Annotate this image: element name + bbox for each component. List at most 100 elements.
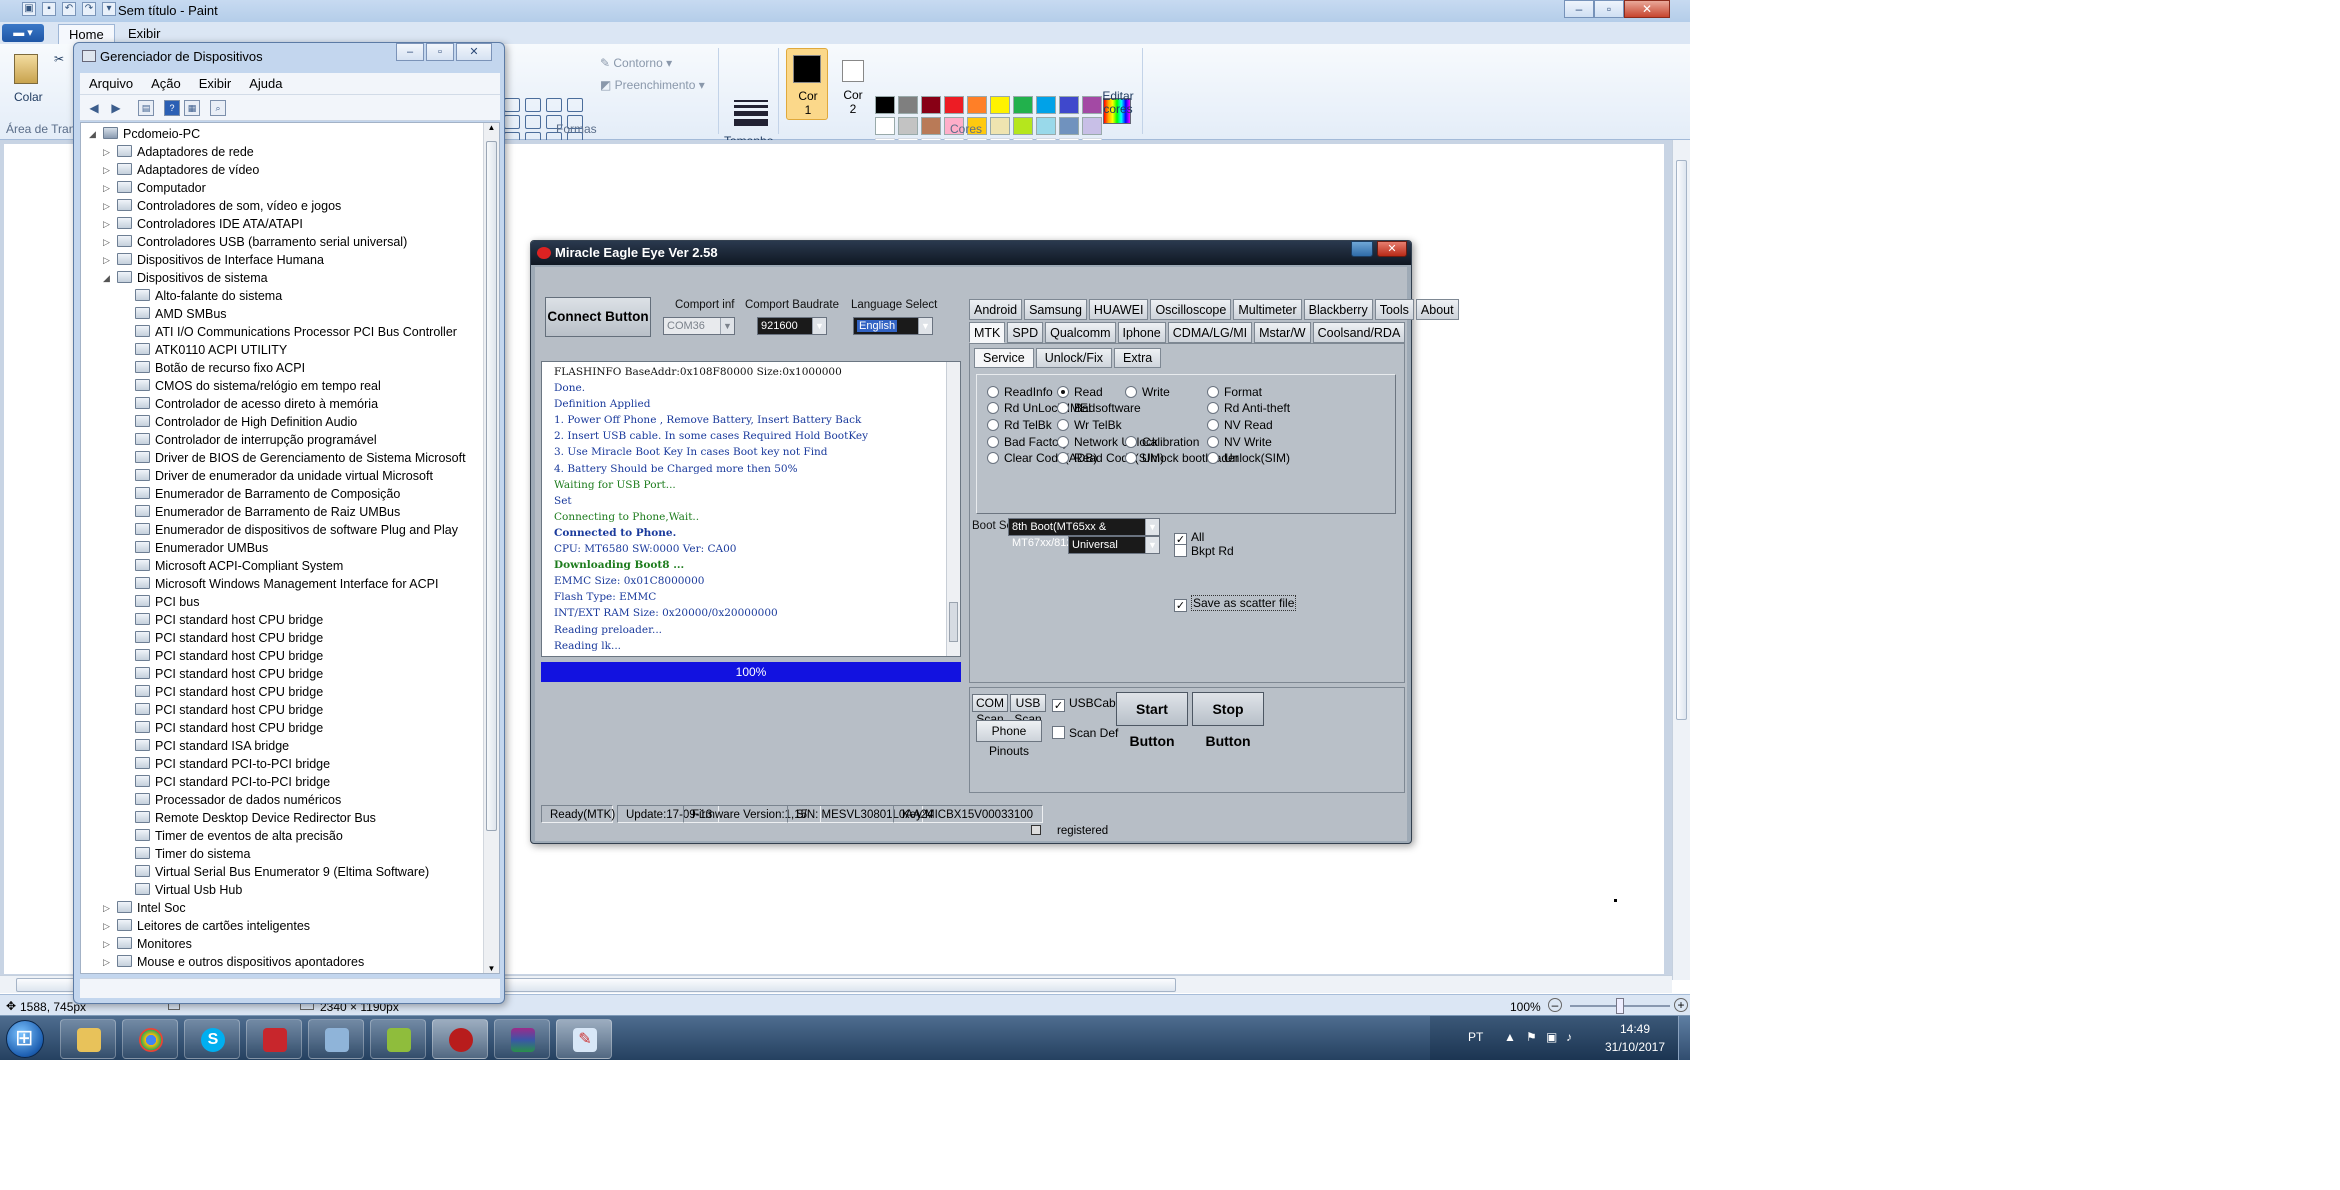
tree-device[interactable]: Remote Desktop Device Redirector Bus [121,809,376,827]
radio-read[interactable]: Read [1057,385,1103,399]
color1-selector[interactable]: Cor 1 [786,48,828,120]
language-select[interactable]: English ▼ [853,317,933,335]
help-icon[interactable]: ? [164,100,180,116]
tree-category[interactable]: ▷ Controladores USB (barramento serial un… [103,233,407,251]
tree-category[interactable]: ▷ Dispositivos de Interface Humana [103,251,324,269]
expand-arrow-icon[interactable]: ▷ [103,935,113,953]
expand-arrow-icon[interactable]: ▷ [103,953,113,971]
tree-device[interactable]: PCI bus [121,593,199,611]
tab-android[interactable]: Android [969,299,1023,320]
boot-mode-select[interactable]: Universal ▼ [1068,536,1160,554]
tree-device[interactable]: AMD SMBus [121,305,227,323]
clock-time[interactable]: 14:49 [1600,1022,1670,1036]
tree-category[interactable]: ▷ Mouse e outros dispositivos apontadores [103,953,364,971]
collapse-arrow-icon[interactable]: ◢ [103,269,113,287]
volume-icon[interactable]: ♪ [1566,1030,1572,1044]
subtab-extra[interactable]: Extra [1114,348,1162,368]
radio-rd-anti-theft[interactable]: Rd Anti-theft [1207,401,1290,415]
back-arrow-icon[interactable]: ◀ [86,100,102,116]
tree-device[interactable]: Timer de eventos de alta precisão [121,827,343,845]
taskbar-skype[interactable]: S [184,1019,240,1059]
color-swatch[interactable] [1036,117,1056,135]
tree-device[interactable]: ATK0110 ACPI UTILITY [121,341,287,359]
radio-unlock-sim-[interactable]: Unlock(SIM) [1207,451,1290,465]
tree-device[interactable]: PCI standard host CPU bridge [121,683,323,701]
device-tree[interactable]: ▷ Mouse e outros dispositivos apontadores… [80,122,500,974]
fill-dropdown[interactable]: ◩ Preenchimento ▾ [600,78,705,92]
maximize-button[interactable]: ▫ [1594,0,1624,18]
usb-scan-button[interactable]: USB Scan [1010,694,1046,726]
tab-about[interactable]: About [1415,299,1459,320]
tab-home[interactable]: Home [58,24,115,44]
taskbar-chrome[interactable] [122,1019,178,1059]
tree-category[interactable]: ◢ Dispositivos de sistema [103,269,268,287]
taskbar-pdf[interactable] [246,1019,302,1059]
miracle-close-button[interactable]: ✕ [1377,241,1407,257]
phone-pinouts-button[interactable]: Phone Pinouts [976,720,1042,758]
expand-arrow-icon[interactable]: ▷ [103,233,113,251]
tray-expand-icon[interactable]: ▲ [1504,1030,1516,1044]
zoom-in-button[interactable]: + [1674,998,1688,1012]
tree-device[interactable]: Virtual Usb Hub [121,881,242,899]
canvas-vertical-scrollbar[interactable] [1672,140,1690,980]
tab-coolsand-rda[interactable]: Coolsand/RDA [1312,322,1406,343]
customize-qat-icon[interactable]: ▾ [102,2,116,16]
radio-badsoftware[interactable]: Badsoftware [1057,401,1141,415]
device-tree-scroll-thumb[interactable] [486,141,497,831]
color-swatch[interactable] [1082,117,1102,135]
color-swatch[interactable] [944,96,964,114]
paint-titlebar[interactable]: ▣ ▪ ↶ ↷ ▾ Sem título - Paint – ▫ ✕ [0,0,1690,22]
menu-ajuda[interactable]: Ajuda [240,73,291,94]
minimize-button[interactable]: – [1564,0,1594,18]
taskbar-miracle[interactable] [432,1019,488,1059]
edit-colors-label[interactable]: Editar cores [1098,90,1138,116]
clock-date[interactable]: 31/10/2017 [1600,1040,1670,1054]
color-swatch[interactable] [921,96,941,114]
tree-device[interactable]: ATI I/O Communications Processor PCI Bus… [121,323,457,341]
color-swatch[interactable] [1036,96,1056,114]
color-swatch[interactable] [898,117,918,135]
radio-wr-telbk[interactable]: Wr TelBk [1057,418,1122,432]
stop-button[interactable]: Stop Button [1192,692,1264,749]
tree-device[interactable]: PCI standard host CPU bridge [121,629,323,647]
log-scrollbar[interactable] [946,362,960,656]
color-swatch[interactable] [921,117,941,135]
language-indicator[interactable]: PT [1468,1030,1483,1044]
tree-device[interactable]: Enumerador de Barramento de Raiz UMBus [121,503,400,521]
color-swatch[interactable] [990,117,1010,135]
collapse-arrow-icon[interactable]: ◢ [89,125,99,143]
miracle-window[interactable]: Miracle Eagle Eye Ver 2.58 ✕ Connect But… [530,240,1459,844]
cut-icon[interactable]: ✂ [54,52,64,66]
tree-device[interactable]: PCI standard ISA bridge [121,737,289,755]
color-swatch[interactable] [875,96,895,114]
radio-calibration[interactable]: Calibration [1125,435,1199,449]
expand-arrow-icon[interactable]: ▷ [103,215,113,233]
taskbar-paint[interactable]: ✎ [556,1019,612,1059]
color-swatch[interactable] [967,96,987,114]
device-manager-window[interactable]: Gerenciador de Dispositivos – ▫ ✕ Arquiv… [73,42,505,1004]
miracle-titlebar[interactable]: Miracle Eagle Eye Ver 2.58 ✕ [531,241,1411,265]
tree-device[interactable]: Enumerador de Barramento de Composição [121,485,400,503]
taskbar-device-manager[interactable] [308,1019,364,1059]
paste-icon[interactable] [14,54,38,84]
tree-device[interactable]: Driver de enumerador da unidade virtual … [121,467,433,485]
size-icon[interactable] [734,100,768,129]
color-swatch[interactable] [898,96,918,114]
tree-device[interactable]: PCI standard host CPU bridge [121,611,323,629]
color2-selector[interactable]: Cor 2 [832,48,874,120]
com-scan-button[interactable]: COM Scan [972,694,1008,726]
tab-huawei[interactable]: HUAWEI [1088,299,1149,320]
tree-category[interactable]: ▷ Monitores [103,935,192,953]
forward-arrow-icon[interactable]: ▶ [108,100,124,116]
tree-device[interactable]: Microsoft Windows Management Interface f… [121,575,438,593]
radio-write[interactable]: Write [1125,385,1170,399]
scan-hardware-icon[interactable]: ⌕ [210,100,226,116]
tree-device[interactable]: Processador de dados numéricos [121,791,341,809]
tree-device[interactable]: Botão de recurso fixo ACPI [121,359,305,377]
tree-device[interactable]: PCI standard PCI-to-PCI bridge [121,773,330,791]
log-scroll-thumb[interactable] [949,602,958,642]
canvas-vscroll-thumb[interactable] [1676,160,1687,720]
view-icon[interactable]: ▦ [184,100,200,116]
scroll-up-arrow-icon[interactable]: ▲ [486,123,497,132]
log-output[interactable]: FLASHINFO BaseAddr:0x108F80000 Size:0x10… [541,361,961,657]
